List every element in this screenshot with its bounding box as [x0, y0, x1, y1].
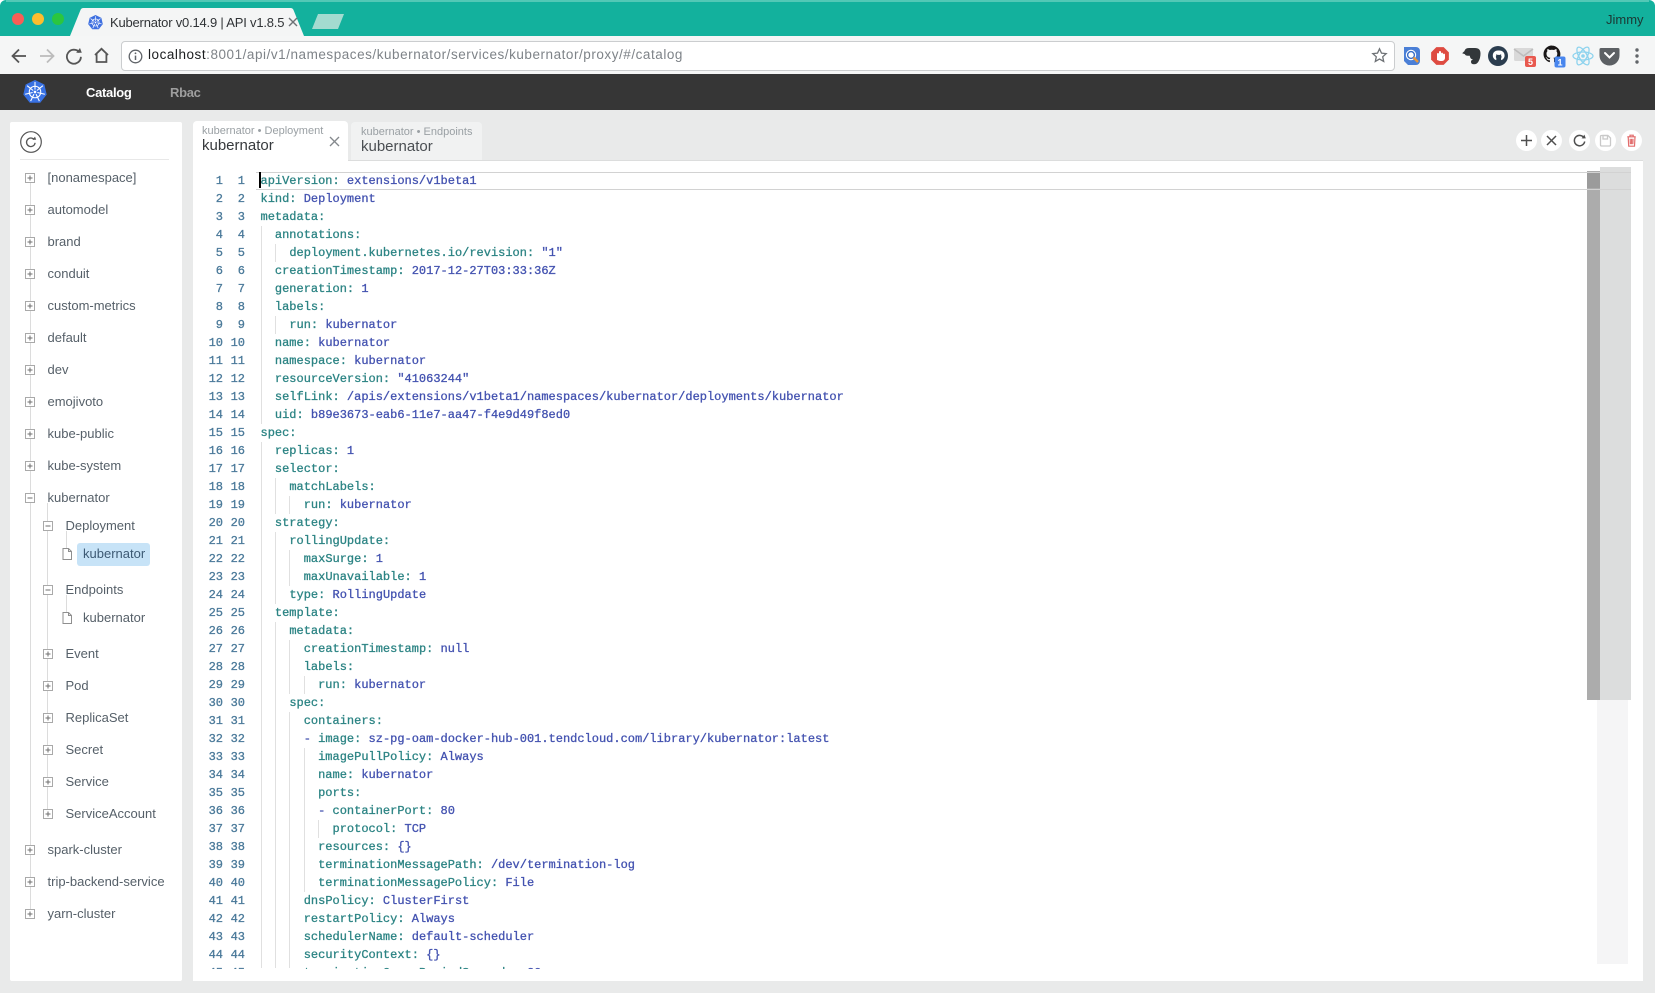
svg-text:5: 5 [1527, 56, 1532, 66]
svg-text:1: 1 [1557, 57, 1562, 67]
